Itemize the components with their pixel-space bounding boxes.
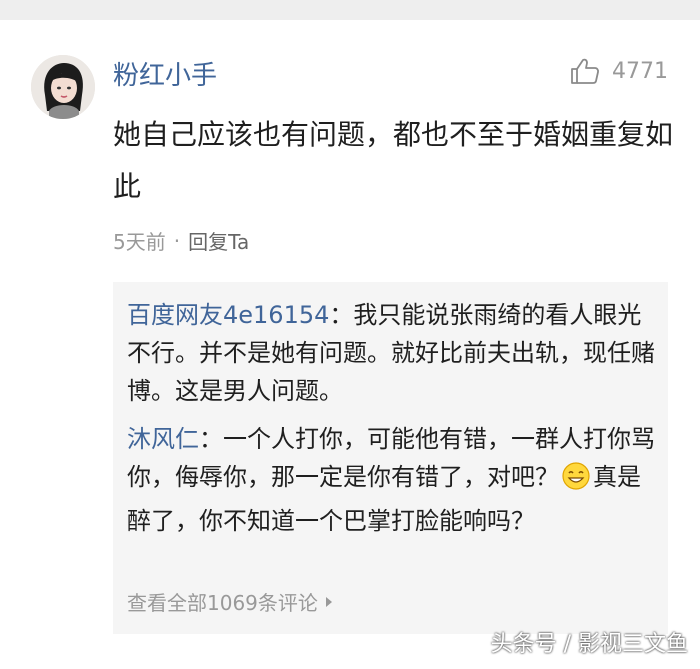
reply-item: 百度网友4e16154：我只能说张雨绮的看人眼光不行。并不是她有问题。就好比前夫… <box>127 296 657 410</box>
watermark: 头条号 / 影视三文鱼 <box>490 632 688 657</box>
comment-meta: 5天前 · 回复Ta <box>113 226 249 255</box>
comment-time: 5天前 <box>113 230 166 254</box>
thumbs-up-icon <box>571 58 599 84</box>
comment-text: 她自己应该也有问题，都也不至于婚姻重复如此 <box>113 118 674 203</box>
view-all-comments-link[interactable]: 查看全部1069条评论 <box>127 587 334 616</box>
meta-separator: · <box>173 228 181 253</box>
reply-colon: ： <box>329 301 354 329</box>
like-button[interactable]: 4771 <box>570 57 668 85</box>
top-separator-strip <box>0 0 700 20</box>
avatar-image <box>31 55 95 119</box>
reply-colon: ： <box>199 425 223 453</box>
reply-author-name[interactable]: 沐风仁 <box>127 425 199 453</box>
reply-button[interactable]: 回复Ta <box>188 226 249 255</box>
reply-item: 沐风仁：一个人打你，可能他有错，一群人打你骂你，侮辱你，那一定是你有错了，对吧？… <box>127 420 657 540</box>
smile-emoji-icon <box>561 461 591 502</box>
comment-author-name[interactable]: 粉红小手 <box>113 55 217 92</box>
reply-author-name[interactable]: 百度网友4e16154 <box>127 301 329 329</box>
like-count: 4771 <box>612 58 668 84</box>
view-all-label: 查看全部1069条评论 <box>127 591 318 615</box>
avatar[interactable] <box>31 55 95 119</box>
replies-panel: 百度网友4e16154：我只能说张雨绮的看人眼光不行。并不是她有问题。就好比前夫… <box>113 282 668 634</box>
chevron-right-icon <box>325 596 332 607</box>
